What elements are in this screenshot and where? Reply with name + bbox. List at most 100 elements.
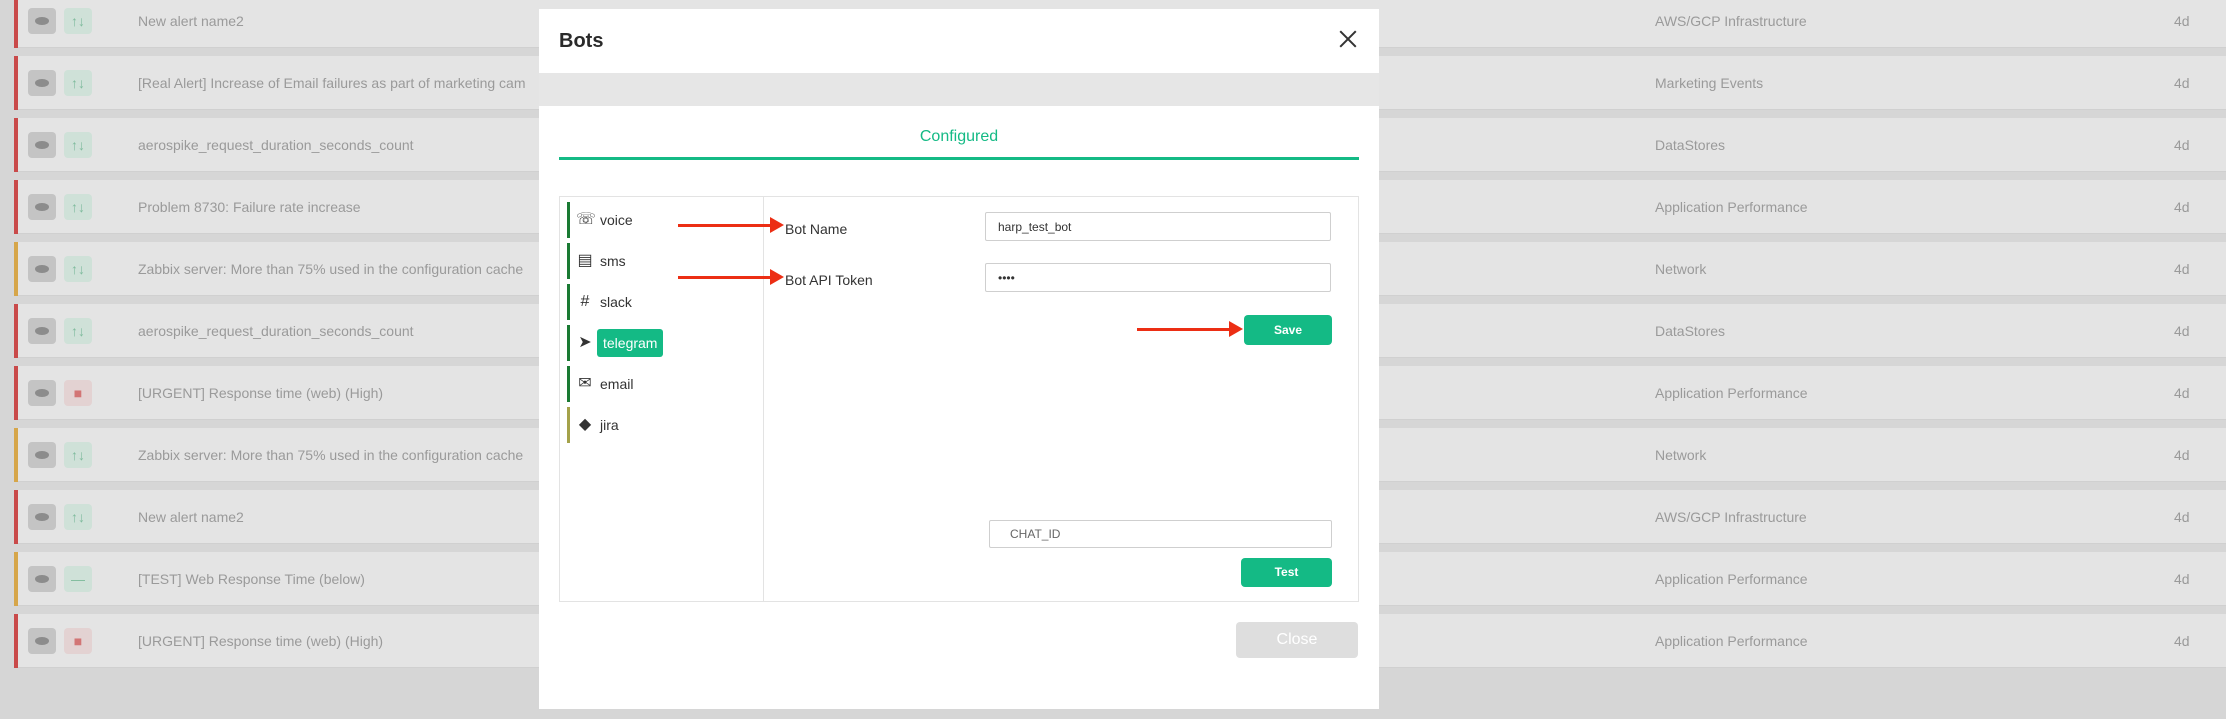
bot-item-label: slack	[600, 294, 632, 310]
eye-icon[interactable]	[28, 504, 56, 530]
annotation-arrow-bot-token	[678, 269, 784, 285]
status-icon[interactable]: —	[64, 566, 92, 592]
status-icon[interactable]: ↑↓	[64, 132, 92, 158]
alert-name[interactable]: aerospike_request_duration_seconds_count	[138, 304, 414, 358]
bot-item-email[interactable]: ✉ email	[567, 366, 717, 402]
status-icon[interactable]: ■	[64, 380, 92, 406]
alert-name[interactable]: [TEST] Web Response Time (below)	[138, 552, 365, 606]
severity-indicator	[14, 366, 18, 420]
alert-age: 4d	[2174, 323, 2190, 339]
bot-name-label: Bot Name	[785, 221, 848, 237]
bot-item-slack[interactable]: # slack	[567, 284, 717, 320]
bot-api-token-input[interactable]	[985, 263, 1331, 292]
close-icon[interactable]	[1335, 26, 1361, 52]
bot-item-label: voice	[600, 212, 633, 228]
eye-icon[interactable]	[28, 380, 56, 406]
alert-age: 4d	[2174, 75, 2190, 91]
bot-api-token-label: Bot API Token	[785, 272, 873, 288]
status-icon[interactable]: ↑↓	[64, 504, 92, 530]
jira-icon: ◆	[578, 416, 592, 433]
eye-icon[interactable]	[28, 8, 56, 34]
envelope-icon: ✉	[578, 375, 592, 392]
severity-indicator	[14, 0, 18, 48]
status-icon[interactable]: ↑↓	[64, 442, 92, 468]
severity-indicator	[14, 428, 18, 482]
status-icon[interactable]: ↑↓	[64, 8, 92, 34]
bot-name-input[interactable]	[985, 212, 1331, 241]
alert-category: Application Performance	[1655, 199, 1808, 215]
status-icon[interactable]: ↑↓	[64, 256, 92, 282]
eye-icon[interactable]	[28, 628, 56, 654]
modal-title: Bots	[559, 30, 604, 52]
severity-indicator	[14, 490, 18, 544]
severity-indicator	[14, 552, 18, 606]
close-button[interactable]: Close	[1236, 622, 1358, 658]
tab-configured[interactable]: Configured	[559, 128, 1359, 160]
alert-age: 4d	[2174, 633, 2190, 649]
eye-icon[interactable]	[28, 194, 56, 220]
alert-name[interactable]: Zabbix server: More than 75% used in the…	[138, 242, 523, 296]
telegram-icon: ➤	[578, 334, 592, 351]
annotation-arrow-bot-name	[678, 217, 784, 233]
eye-icon[interactable]	[28, 132, 56, 158]
alert-age: 4d	[2174, 571, 2190, 587]
alert-category: Network	[1655, 447, 1707, 463]
bot-item-label: jira	[600, 417, 619, 433]
status-icon[interactable]: ■	[64, 628, 92, 654]
chat-id-input[interactable]	[989, 520, 1332, 548]
severity-indicator	[14, 304, 18, 358]
alert-name[interactable]: [URGENT] Response time (web) (High)	[138, 614, 383, 668]
test-button[interactable]: Test	[1241, 558, 1332, 587]
status-icon[interactable]: ↑↓	[64, 318, 92, 344]
bot-item-label: email	[600, 376, 634, 392]
bots-modal: Bots Configured ☏ voice ▤ sms # slack ➤ telegra…	[539, 9, 1379, 709]
alert-category: AWS/GCP Infrastructure	[1655, 13, 1807, 29]
annotation-arrow-save	[1137, 321, 1243, 337]
severity-indicator	[14, 118, 18, 172]
alert-age: 4d	[2174, 509, 2190, 525]
slack-icon: #	[580, 293, 590, 310]
phone-icon: ☏	[576, 211, 597, 228]
modal-header-bar	[539, 73, 1379, 106]
alert-age: 4d	[2174, 385, 2190, 401]
bot-item-label: sms	[600, 253, 626, 269]
alert-category: Application Performance	[1655, 633, 1808, 649]
eye-icon[interactable]	[28, 256, 56, 282]
alert-name[interactable]: [Real Alert] Increase of Email failures …	[138, 56, 526, 110]
alert-name[interactable]: [URGENT] Response time (web) (High)	[138, 366, 383, 420]
eye-icon[interactable]	[28, 442, 56, 468]
severity-indicator	[14, 180, 18, 234]
alert-age: 4d	[2174, 137, 2190, 153]
bot-item-jira[interactable]: ◆ jira	[567, 407, 717, 443]
bots-panel: ☏ voice ▤ sms # slack ➤ telegram ✉ email ◆ jira Bot…	[559, 196, 1359, 602]
alert-age: 4d	[2174, 261, 2190, 277]
alert-name[interactable]: New alert name2	[138, 0, 244, 48]
alert-age: 4d	[2174, 447, 2190, 463]
alert-name[interactable]: Zabbix server: More than 75% used in the…	[138, 428, 523, 482]
bot-item-telegram[interactable]: ➤ telegram	[567, 325, 717, 361]
alert-category: Application Performance	[1655, 385, 1808, 401]
bot-item-label: telegram	[597, 329, 664, 357]
panel-divider	[763, 197, 764, 601]
alert-name[interactable]: aerospike_request_duration_seconds_count	[138, 118, 414, 172]
eye-icon[interactable]	[28, 318, 56, 344]
alert-category: Application Performance	[1655, 571, 1808, 587]
alert-name[interactable]: Problem 8730: Failure rate increase	[138, 180, 361, 234]
alert-age: 4d	[2174, 199, 2190, 215]
eye-icon[interactable]	[28, 566, 56, 592]
eye-icon[interactable]	[28, 70, 56, 96]
save-button[interactable]: Save	[1244, 315, 1332, 345]
status-icon[interactable]: ↑↓	[64, 194, 92, 220]
severity-indicator	[14, 56, 18, 110]
severity-indicator	[14, 614, 18, 668]
alert-category: AWS/GCP Infrastructure	[1655, 509, 1807, 525]
alert-category: Network	[1655, 261, 1707, 277]
alert-age: 4d	[2174, 13, 2190, 29]
status-icon[interactable]: ↑↓	[64, 70, 92, 96]
alert-name[interactable]: New alert name2	[138, 490, 244, 544]
bot-item-sms[interactable]: ▤ sms	[567, 243, 717, 279]
alert-category: DataStores	[1655, 137, 1726, 153]
bot-item-voice[interactable]: ☏ voice	[567, 202, 717, 238]
message-icon: ▤	[577, 252, 593, 269]
severity-indicator	[14, 242, 18, 296]
